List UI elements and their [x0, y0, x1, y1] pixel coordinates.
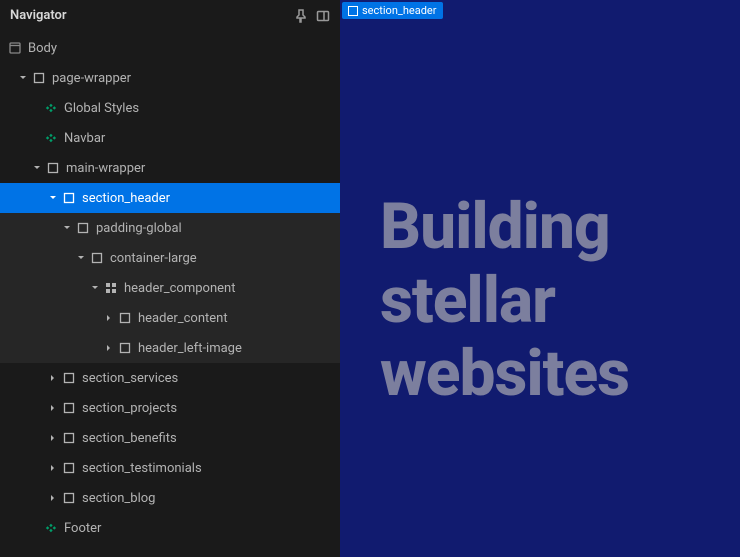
- tree-label: Global Styles: [64, 101, 139, 116]
- tree-label: section_blog: [82, 491, 155, 506]
- hero-line: websites: [380, 337, 629, 411]
- collapse-toggle-icon[interactable]: [32, 163, 42, 173]
- div-icon: [118, 311, 132, 325]
- tree-label: container-large: [110, 251, 197, 266]
- tree-item-footer[interactable]: Footer: [0, 513, 340, 543]
- tree-item-header-component[interactable]: header_component: [0, 273, 340, 303]
- tree-item-container-large[interactable]: container-large: [0, 243, 340, 273]
- div-icon: [62, 371, 76, 385]
- tree-label: page-wrapper: [52, 71, 131, 86]
- hero-line: stellar: [380, 264, 629, 338]
- tree-item-padding-global[interactable]: padding-global: [0, 213, 340, 243]
- expand-toggle-icon[interactable]: [48, 433, 58, 443]
- collapse-toggle-icon[interactable]: [48, 193, 58, 203]
- pin-icon[interactable]: [294, 9, 308, 23]
- panel-actions: [294, 9, 330, 23]
- tree-label: Body: [28, 41, 57, 56]
- tree-item-section-testimonials[interactable]: section_testimonials: [0, 453, 340, 483]
- tree-label: section_services: [82, 371, 178, 386]
- tree-item-section-blog[interactable]: section_blog: [0, 483, 340, 513]
- tree-label: header_left-image: [138, 341, 242, 356]
- div-icon: [348, 6, 358, 16]
- tree-item-section-benefits[interactable]: section_benefits: [0, 423, 340, 453]
- tree-item-main-wrapper[interactable]: main-wrapper: [0, 153, 340, 183]
- tree-item-header-content[interactable]: header_content: [0, 303, 340, 333]
- div-icon: [32, 71, 46, 85]
- expand-toggle-icon[interactable]: [48, 403, 58, 413]
- div-icon: [62, 431, 76, 445]
- navigator-panel: Navigator Body page-wrapper Global Style…: [0, 0, 340, 557]
- tree-label: padding-global: [96, 221, 182, 236]
- tree-label: Footer: [64, 521, 101, 536]
- hero-line: Building: [380, 190, 629, 264]
- panel-header: Navigator: [0, 0, 340, 31]
- tree-item-navbar[interactable]: Navbar: [0, 123, 340, 153]
- tree-label: section_header: [82, 191, 170, 206]
- div-icon: [118, 341, 132, 355]
- navigator-tree: Body page-wrapper Global Styles Navbar m…: [0, 31, 340, 557]
- hero-heading[interactable]: Building stellar websites: [380, 190, 629, 411]
- div-icon: [76, 221, 90, 235]
- tree-item-body[interactable]: Body: [0, 33, 340, 63]
- tree-label: section_projects: [82, 401, 177, 416]
- collapse-toggle-icon[interactable]: [18, 73, 28, 83]
- symbol-icon: [44, 101, 58, 115]
- expand-toggle-icon[interactable]: [48, 493, 58, 503]
- expand-toggle-icon[interactable]: [48, 373, 58, 383]
- tree-item-section-projects[interactable]: section_projects: [0, 393, 340, 423]
- tree-item-section-header[interactable]: section_header: [0, 183, 340, 213]
- tree-label: header_component: [124, 281, 235, 296]
- tree-item-section-services[interactable]: section_services: [0, 363, 340, 393]
- tree-label: section_benefits: [82, 431, 177, 446]
- div-icon: [46, 161, 60, 175]
- div-icon: [62, 461, 76, 475]
- tree-item-global-styles[interactable]: Global Styles: [0, 93, 340, 123]
- selection-tag-label: section_header: [362, 4, 437, 17]
- tree-label: main-wrapper: [66, 161, 145, 176]
- expand-toggle-icon[interactable]: [104, 343, 114, 353]
- expand-toggle-icon[interactable]: [48, 463, 58, 473]
- symbol-icon: [44, 521, 58, 535]
- canvas-preview[interactable]: section_header Building stellar websites: [340, 0, 740, 557]
- selection-tag[interactable]: section_header: [342, 2, 443, 19]
- tree-item-header-left-image[interactable]: header_left-image: [0, 333, 340, 363]
- grid-icon: [104, 281, 118, 295]
- collapse-toggle-icon[interactable]: [90, 283, 100, 293]
- collapse-toggle-icon[interactable]: [62, 223, 72, 233]
- tree-label: header_content: [138, 311, 228, 326]
- div-icon: [62, 491, 76, 505]
- collapse-toggle-icon[interactable]: [76, 253, 86, 263]
- expand-toggle-icon[interactable]: [104, 313, 114, 323]
- tree-label: Navbar: [64, 131, 105, 146]
- symbol-icon: [44, 131, 58, 145]
- div-icon: [62, 401, 76, 415]
- sidebar-toggle-icon[interactable]: [316, 9, 330, 23]
- div-icon: [90, 251, 104, 265]
- div-icon: [62, 191, 76, 205]
- panel-title: Navigator: [10, 8, 67, 23]
- tree-item-page-wrapper[interactable]: page-wrapper: [0, 63, 340, 93]
- tree-label: section_testimonials: [82, 461, 202, 476]
- body-icon: [8, 41, 22, 55]
